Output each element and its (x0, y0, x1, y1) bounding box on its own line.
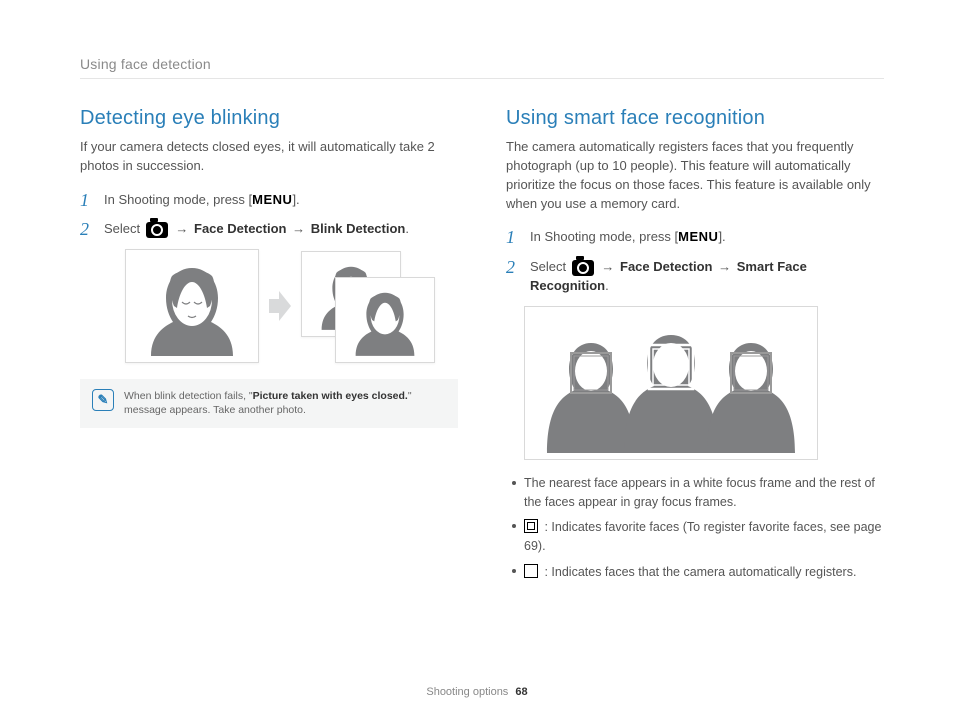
left-column: Detecting eye blinking If your camera de… (80, 107, 458, 588)
step-number: 2 (506, 258, 520, 276)
note-text: When blink detection fails, "Picture tak… (124, 389, 446, 418)
bullet-list: The nearest face appears in a white focu… (512, 474, 884, 582)
step-number: 2 (80, 220, 94, 238)
note-box: ✎ When blink detection fails, "Picture t… (80, 379, 458, 428)
heading-blink: Detecting eye blinking (80, 107, 458, 130)
two-column-layout: Detecting eye blinking If your camera de… (80, 107, 884, 588)
heading-smartface: Using smart face recognition (506, 107, 884, 130)
footer-label: Shooting options (426, 686, 508, 698)
photo-frame-small (335, 277, 435, 363)
arrow-right-icon (269, 291, 291, 321)
bullet-dot-icon (512, 569, 516, 573)
page-number: 68 (515, 686, 527, 698)
right-column: Using smart face recognition The camera … (506, 107, 884, 588)
steps-blink: 1 In Shooting mode, press [MENU]. 2 Sele… (80, 190, 458, 239)
step-text: In Shooting mode, press [MENU]. (530, 227, 884, 247)
step-number: 1 (506, 228, 520, 246)
camera-icon (146, 222, 168, 238)
bullet-item: : Indicates favorite faces (To register … (512, 517, 884, 556)
camera-icon (572, 260, 594, 276)
group-silhouette-icon (531, 313, 811, 453)
step-2: 2 Select → Face Detection → Blink Detect… (80, 219, 458, 239)
step-1: 1 In Shooting mode, press [MENU]. (506, 227, 884, 247)
bullet-dot-icon (512, 481, 516, 485)
photo-stack (301, 251, 431, 361)
menu-label: MENU (252, 192, 292, 207)
page-footer: Shooting options 68 (0, 686, 954, 698)
section-header: Using face detection (80, 56, 884, 79)
note-icon: ✎ (92, 389, 114, 411)
steps-smartface: 1 In Shooting mode, press [MENU]. 2 Sele… (506, 227, 884, 296)
intro-blink: If your camera detects closed eyes, it w… (80, 138, 458, 176)
manual-page: Using face detection Detecting eye blink… (0, 0, 954, 720)
intro-smartface: The camera automatically registers faces… (506, 138, 884, 213)
group-photo-frame (524, 306, 818, 460)
step-number: 1 (80, 191, 94, 209)
face-silhouette-icon (342, 284, 428, 356)
photo-frame-large (125, 249, 259, 363)
face-silhouette-icon (132, 256, 252, 356)
step-text: In Shooting mode, press [MENU]. (104, 190, 458, 210)
step-text: Select → Face Detection → Blink Detectio… (104, 219, 458, 239)
double-frame-icon (524, 519, 538, 533)
step-text: Select → Face Detection → Smart Face Rec… (530, 257, 884, 296)
bullet-item: The nearest face appears in a white focu… (512, 474, 884, 512)
menu-label: MENU (678, 229, 718, 244)
step-1: 1 In Shooting mode, press [MENU]. (80, 190, 458, 210)
bullet-dot-icon (512, 524, 516, 528)
step-2: 2 Select → Face Detection → Smart Face R… (506, 257, 884, 296)
single-frame-icon (524, 564, 538, 578)
blink-illustration (98, 249, 458, 363)
bullet-item: : Indicates faces that the camera automa… (512, 562, 884, 582)
